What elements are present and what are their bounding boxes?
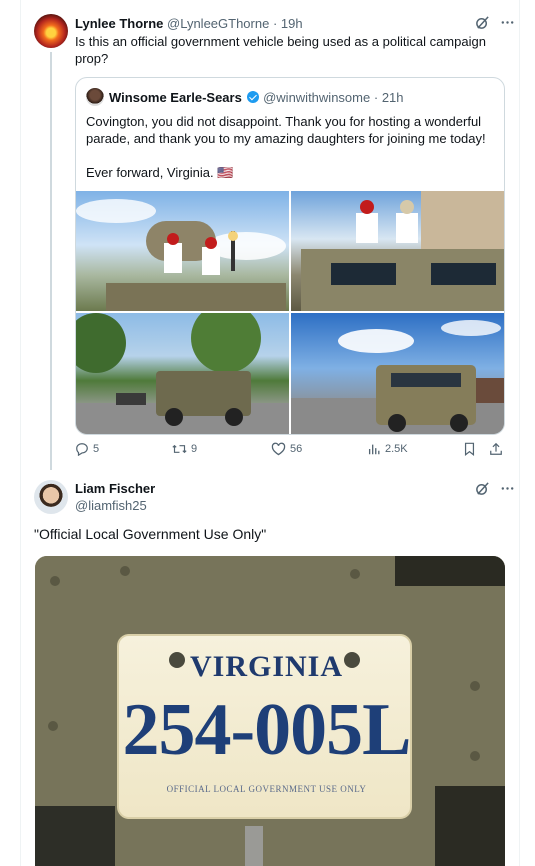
thread-line [50,52,52,470]
tweet-1-actions: 5 9 56 2.5K [75,442,505,460]
grok-icon[interactable] [475,15,490,30]
tweet-2-top-icons [475,481,515,496]
quote-photo-3[interactable] [76,313,289,434]
views-icon [368,444,380,455]
bookmark-icon [464,442,475,456]
separator: · [373,90,379,105]
quote-text-paragraph-2: Ever forward, Virginia. 🇺🇸 [86,165,234,180]
share-button[interactable] [489,442,503,456]
parade-photo-2 [301,191,504,311]
quote-text: Covington, you did not disappoint. Thank… [86,113,496,181]
quote-text-paragraph-1: Covington, you did not disappoint. Thank… [86,114,486,146]
plate-state: VIRGINIA [189,650,344,683]
tweet-1-top-icons [475,15,515,30]
quote-header: Winsome Earle-Sears @winwithwinsome · 21… [109,90,404,105]
license-plate-photo[interactable]: VIRGINIA 254-005L OFFICIAL LOCAL GOVERNM… [35,556,505,866]
tweet-2-text: "Official Local Government Use Only" [34,526,267,542]
repost-count: 9 [191,443,198,455]
bookmark-button[interactable] [463,442,476,456]
license-plate: VIRGINIA 254-005L OFFICIAL LOCAL GOVERNM… [117,634,412,819]
separator: · [272,16,278,31]
quote-photo-1[interactable] [76,191,289,311]
parade-photo-1 [76,199,286,311]
quote-author-handle[interactable]: @winwithwinsome [263,90,370,105]
quote-timestamp[interactable]: 21h [382,90,404,105]
reply-icon [76,443,88,456]
views-count: 2.5K [385,443,408,455]
quote-author-name[interactable]: Winsome Earle-Sears [109,90,242,105]
reply-count: 5 [93,443,100,455]
parade-photo-4 [291,320,504,434]
like-button[interactable]: 56 [271,442,302,456]
views-button[interactable]: 2.5K [367,442,408,456]
more-icon[interactable] [500,481,515,496]
tweet-2-header: Liam Fischer @liamfish25 [75,481,155,513]
like-count: 56 [290,443,303,455]
plate-footer: OFFICIAL LOCAL GOVERNMENT USE ONLY [166,784,367,794]
more-icon[interactable] [500,15,515,30]
quoted-tweet[interactable]: Winsome Earle-Sears @winwithwinsome · 21… [75,77,505,435]
grok-icon[interactable] [475,481,490,496]
repost-button[interactable]: 9 [172,442,197,456]
avatar-liam[interactable] [34,480,68,514]
plate-number: 254-005L [122,689,412,771]
repost-icon [172,444,187,454]
share-icon [490,442,502,455]
author-handle[interactable]: @LynleeGThorne [167,16,269,31]
reply-button[interactable]: 5 [75,442,99,456]
author-handle[interactable]: @liamfish25 [75,498,155,513]
timestamp[interactable]: 19h [281,16,303,31]
heart-icon [271,442,286,456]
author-name[interactable]: Liam Fischer [75,481,155,496]
tweet-1-header: Lynlee Thorne @LynleeGThorne · 19h [75,16,303,31]
avatar-winsome[interactable] [86,88,104,106]
tweet-1-text: Is this an official government vehicle b… [75,34,486,66]
author-name[interactable]: Lynlee Thorne [75,16,163,31]
parade-photo-3 [76,313,289,434]
quote-photo-2[interactable] [291,191,504,311]
quote-photo-4[interactable] [291,313,504,434]
avatar-lynlee[interactable] [34,14,68,48]
verified-badge-icon [247,91,260,103]
